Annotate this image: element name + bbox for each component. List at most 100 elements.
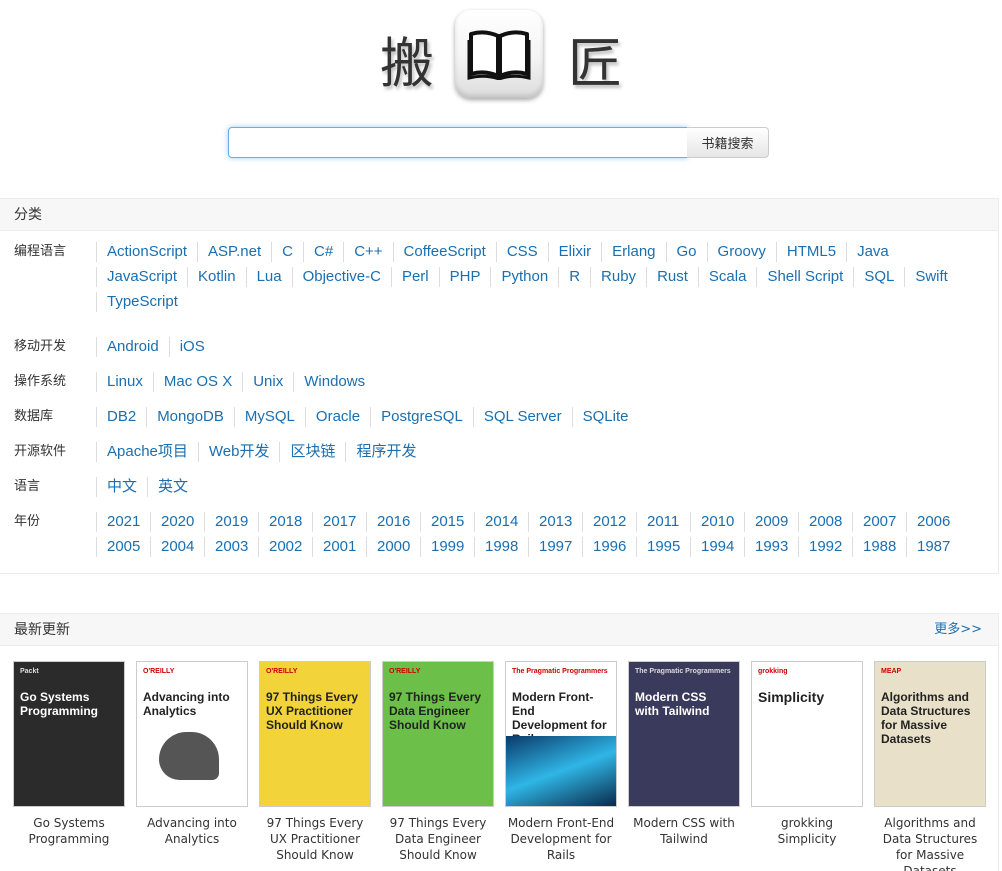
category-link[interactable]: 2014	[474, 512, 528, 532]
category-link[interactable]: 2016	[366, 512, 420, 532]
category-link[interactable]: TypeScript	[96, 292, 188, 312]
category-link[interactable]: 2012	[582, 512, 636, 532]
category-link[interactable]: Scala	[697, 267, 757, 287]
book-title[interactable]: Algorithms and Data Structures for Massi…	[874, 815, 986, 871]
site-logo[interactable]: 搬 匠	[0, 8, 1002, 100]
book-card[interactable]: O'REILLY Advancing into Analytics Advancin…	[136, 661, 248, 847]
category-link[interactable]: 2013	[528, 512, 582, 532]
category-link[interactable]: Apache项目	[96, 442, 198, 462]
category-link[interactable]: SQL Server	[472, 407, 572, 427]
category-link[interactable]: 1998	[474, 537, 528, 557]
category-link[interactable]: Rust	[646, 267, 698, 287]
category-link[interactable]: 1993	[744, 537, 798, 557]
book-card[interactable]: MEAP Algorithms and Data Structures for M…	[874, 661, 986, 871]
category-link[interactable]: CSS	[495, 242, 548, 262]
category-link[interactable]: 1992	[798, 537, 852, 557]
book-title[interactable]: 97 Things Every UX Practitioner Should K…	[259, 815, 371, 863]
book-cover[interactable]: Packt Go Systems Programming	[13, 661, 125, 807]
book-cover[interactable]: The Pragmatic Programmers Modern CSS with…	[628, 661, 740, 807]
category-link[interactable]: 2003	[204, 537, 258, 557]
category-link[interactable]: Lua	[245, 267, 292, 287]
category-link[interactable]: MySQL	[233, 407, 305, 427]
category-link[interactable]: Perl	[390, 267, 439, 287]
search-button[interactable]: 书籍搜索	[687, 127, 769, 158]
category-link[interactable]: 1994	[690, 537, 744, 557]
category-link[interactable]: 2019	[204, 512, 258, 532]
book-cover[interactable]: The Pragmatic Programmers Modern Front-En…	[505, 661, 617, 807]
category-link[interactable]: Erlang	[601, 242, 665, 262]
book-title[interactable]: grokking Simplicity	[751, 815, 863, 847]
category-link[interactable]: 1995	[636, 537, 690, 557]
category-link[interactable]: PostgreSQL	[370, 407, 473, 427]
category-link[interactable]: 程序开发	[345, 442, 426, 462]
category-link[interactable]: 2009	[744, 512, 798, 532]
book-title[interactable]: Go Systems Programming	[13, 815, 125, 847]
category-link[interactable]: Android	[96, 337, 169, 357]
search-input[interactable]	[228, 127, 688, 158]
category-link[interactable]: HTML5	[775, 242, 846, 262]
category-link[interactable]: 区块链	[279, 442, 345, 462]
category-link[interactable]: 1999	[420, 537, 474, 557]
category-link[interactable]: Shell Script	[756, 267, 853, 287]
category-link[interactable]: Elixir	[547, 242, 602, 262]
category-link[interactable]: Mac OS X	[152, 372, 242, 392]
category-link[interactable]: 2006	[906, 512, 960, 532]
category-link[interactable]: 2002	[258, 537, 312, 557]
category-link[interactable]: 1987	[906, 537, 960, 557]
category-link[interactable]: Java	[846, 242, 899, 262]
category-link[interactable]: Go	[665, 242, 707, 262]
category-link[interactable]: 1988	[852, 537, 906, 557]
category-link[interactable]: Unix	[242, 372, 293, 392]
category-link[interactable]: Groovy	[706, 242, 776, 262]
book-card[interactable]: grokking Simplicity grokking Simplicity	[751, 661, 863, 847]
book-cover[interactable]: O'REILLY Advancing into Analytics	[136, 661, 248, 807]
book-title[interactable]: Modern Front-End Development for Rails	[505, 815, 617, 863]
category-link[interactable]: 2021	[96, 512, 150, 532]
category-link[interactable]: 2000	[366, 537, 420, 557]
book-title[interactable]: 97 Things Every Data Engineer Should Kno…	[382, 815, 494, 863]
category-link[interactable]: SQL	[853, 267, 904, 287]
category-link[interactable]: C++	[343, 242, 392, 262]
book-card[interactable]: O'REILLY 97 Things Every Data Engineer Sh…	[382, 661, 494, 863]
category-link[interactable]: 1996	[582, 537, 636, 557]
category-link[interactable]: 中文	[96, 477, 147, 497]
category-link[interactable]: 英文	[147, 477, 198, 497]
category-link[interactable]: iOS	[168, 337, 215, 357]
category-link[interactable]: Linux	[96, 372, 153, 392]
book-cover[interactable]: O'REILLY 97 Things Every UX Practitioner …	[259, 661, 371, 807]
category-link[interactable]: 2007	[852, 512, 906, 532]
category-link[interactable]: 2011	[636, 512, 690, 532]
category-link[interactable]: Kotlin	[187, 267, 246, 287]
book-title[interactable]: Modern CSS with Tailwind	[628, 815, 740, 847]
category-link[interactable]: PHP	[438, 267, 491, 287]
category-link[interactable]: MongoDB	[146, 407, 234, 427]
category-link[interactable]: SQLite	[571, 407, 639, 427]
category-link[interactable]: C	[271, 242, 303, 262]
category-link[interactable]: 2017	[312, 512, 366, 532]
category-link[interactable]: 2018	[258, 512, 312, 532]
more-link[interactable]: 更多>>	[934, 614, 982, 646]
book-card[interactable]: The Pragmatic Programmers Modern CSS with…	[628, 661, 740, 847]
book-cover[interactable]: MEAP Algorithms and Data Structures for M…	[874, 661, 986, 807]
category-link[interactable]: 2005	[96, 537, 150, 557]
category-link[interactable]: 1997	[528, 537, 582, 557]
category-link[interactable]: Windows	[293, 372, 375, 392]
category-link[interactable]: C#	[303, 242, 343, 262]
category-link[interactable]: Ruby	[590, 267, 646, 287]
category-link[interactable]: 2015	[420, 512, 474, 532]
book-card[interactable]: The Pragmatic Programmers Modern Front-En…	[505, 661, 617, 863]
category-link[interactable]: Swift	[904, 267, 958, 287]
category-link[interactable]: 2001	[312, 537, 366, 557]
book-cover[interactable]: O'REILLY 97 Things Every Data Engineer Sh…	[382, 661, 494, 807]
category-link[interactable]: 2020	[150, 512, 204, 532]
category-link[interactable]: 2010	[690, 512, 744, 532]
book-card[interactable]: O'REILLY 97 Things Every UX Practitioner …	[259, 661, 371, 863]
book-title[interactable]: Advancing into Analytics	[136, 815, 248, 847]
category-link[interactable]: DB2	[96, 407, 146, 427]
category-link[interactable]: JavaScript	[96, 267, 187, 287]
category-link[interactable]: R	[558, 267, 590, 287]
book-card[interactable]: Packt Go Systems Programming Go Systems Pr…	[13, 661, 125, 847]
book-cover[interactable]: grokking Simplicity	[751, 661, 863, 807]
category-link[interactable]: CoffeeScript	[392, 242, 496, 262]
category-link[interactable]: Python	[490, 267, 558, 287]
